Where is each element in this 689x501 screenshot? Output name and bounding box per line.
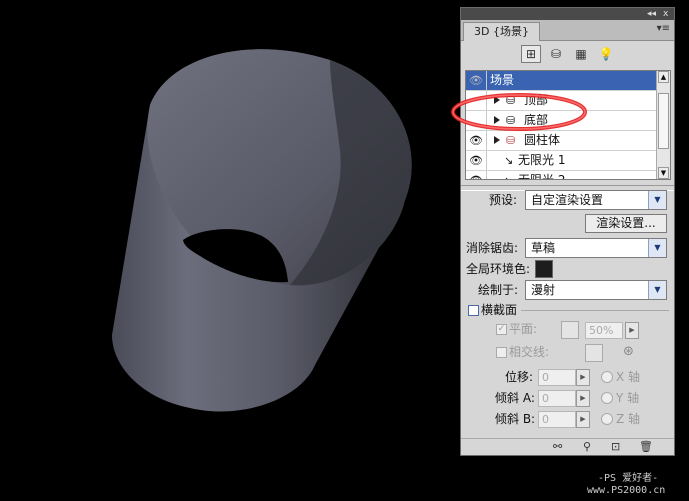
tilt-a-field[interactable]: 0 [538,390,576,407]
plane-label: 平面: [509,322,538,336]
panel-title-bar[interactable]: ◂◂ x [461,8,674,20]
cross-section-label: 横截面 [481,303,518,317]
preset-select[interactable]: 自定渲染设置 ▼ [525,190,667,210]
x-axis-radio[interactable] [601,371,613,383]
cross-section-checkbox[interactable] [468,305,479,316]
layer-label: 无限光 1 [518,153,566,167]
trash-icon[interactable]: 🗑 [639,440,653,453]
global-ambient-label: 全局环境色: [466,262,531,276]
global-ambient-swatch[interactable] [535,260,553,278]
add-light-icon[interactable]: ⚲ [583,440,591,453]
watermark-line2: www.PS2000.cn [587,485,666,496]
offset-label: 位移: [505,370,534,384]
x-axis-label: X 轴 [616,370,641,384]
y-axis-label: Y 轴 [616,391,640,405]
mesh-filter-icon[interactable]: ⛁ [546,45,566,63]
tilt-b-arrow-icon[interactable]: ▶ [576,411,590,428]
filter-toolbar: ⊞ ⛁ ▦ 💡 [461,41,674,67]
toggle-overlays-icon[interactable]: ⚯ [553,440,562,453]
tilt-b-label: 倾斜 B: [495,412,536,426]
tilt-a-label: 倾斜 A: [495,391,535,405]
y-axis-radio[interactable] [601,392,613,404]
plane-checkbox[interactable]: ✓ [496,324,507,335]
highlight-ring [451,93,587,131]
scene-filter-icon[interactable]: ⊞ [521,45,541,63]
3d-viewport[interactable] [0,0,460,501]
list-item-scene[interactable]: 👁 场景 [466,71,656,91]
visibility-eye-icon[interactable]: 👁 [466,71,487,90]
scroll-thumb[interactable] [658,93,669,149]
offset-arrow-icon[interactable]: ▶ [576,369,590,386]
chevron-down-icon[interactable]: ▼ [648,239,666,257]
paint-on-select[interactable]: 漫射 ▼ [525,280,667,300]
cylinder-model [112,49,412,412]
paint-on-value: 漫射 [531,283,556,297]
tilt-b-field[interactable]: 0 [538,411,576,428]
flip-section-icon[interactable]: ⊛ [623,344,634,359]
mesh-icon: ⛁ [506,134,516,147]
material-filter-icon[interactable]: ▦ [571,45,591,63]
layer-label: 场景 [490,73,515,87]
render-settings-button[interactable]: 渲染设置... [585,214,667,233]
offset-field[interactable]: 0 [538,369,576,386]
close-panel-icon[interactable]: x [663,8,668,20]
antialias-label: 消除锯齿: [466,241,519,255]
antialias-value: 草稿 [531,241,556,255]
scroll-up-icon[interactable]: ▲ [658,71,669,83]
expand-triangle-icon[interactable] [494,136,500,144]
tab-3d-scene[interactable]: 3D {场景} [463,22,540,41]
collapse-panel-icon[interactable]: ◂◂ [647,8,656,20]
chevron-down-icon[interactable]: ▼ [648,191,666,209]
scroll-down-icon[interactable]: ▼ [658,167,669,179]
infinite-light-icon: ↘ [504,154,514,167]
intersection-label: 相交线: [509,345,550,359]
paint-on-label: 绘制于: [478,283,519,297]
preset-value: 自定渲染设置 [531,193,604,207]
intersection-checkbox[interactable] [496,347,507,358]
z-axis-label: Z 轴 [616,412,641,426]
watermark-line1: -PS 爱好者- [598,473,659,484]
panel-bottom-toolbar: ⚯ ⚲ ⊡ 🗑 [461,438,674,455]
z-axis-radio[interactable] [601,413,613,425]
intersection-color-swatch[interactable] [585,344,603,362]
panel-menu-icon[interactable]: ▾≡ [657,23,670,34]
list-item-infinite-light-1[interactable]: 👁 ↘ 无限光 1 [466,151,656,171]
light-filter-icon[interactable]: 💡 [596,45,616,63]
panel-tab-row: 3D {场景} ▾≡ [461,20,674,41]
antialias-select[interactable]: 草稿 ▼ [525,238,667,258]
visibility-eye-icon[interactable]: 👁 [466,151,487,170]
list-item-infinite-light-2[interactable]: 👁 ↘ 无限光 2 [466,171,656,180]
visibility-eye-icon[interactable]: 👁 [466,171,487,179]
layer-label: 无限光 2 [518,173,566,180]
list-scrollbar[interactable]: ▲ ▼ [656,71,670,179]
section-divider [521,310,669,311]
new-item-icon[interactable]: ⊡ [611,440,620,453]
plane-opacity-arrow-icon[interactable]: ▶ [625,322,639,339]
plane-color-swatch[interactable] [561,321,579,339]
preset-label: 预设: [489,193,518,207]
list-item-cylinder[interactable]: 👁 ⛁ 圆柱体 [466,131,656,151]
tilt-a-arrow-icon[interactable]: ▶ [576,390,590,407]
plane-opacity-field[interactable]: 50% [585,322,623,339]
chevron-down-icon[interactable]: ▼ [648,281,666,299]
infinite-light-icon: ↘ [504,175,513,180]
3d-scene-panel: ◂◂ x 3D {场景} ▾≡ ⊞ ⛁ ▦ 💡 👁 场景 ⛁ 顶部 ⛁ 底部 👁 [451,7,675,456]
